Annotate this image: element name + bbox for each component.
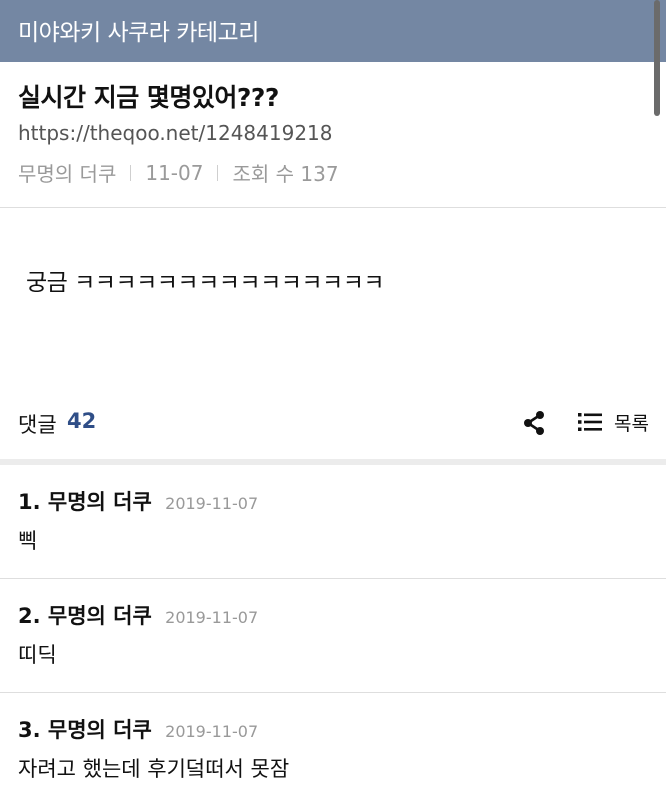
comments-label: 댓글 — [18, 413, 57, 437]
comment-date: 2019-11-07 — [165, 494, 259, 513]
comment-date: 2019-11-07 — [165, 722, 259, 741]
comment-author: 무명의 더쿠 — [47, 604, 152, 628]
comment-item: 3. 무명의 더쿠 2019-11-07 자려고 했는데 후기덬떠서 못잠 — [0, 693, 666, 800]
post-date: 11-07 — [145, 160, 204, 185]
list-icon — [578, 413, 602, 431]
post-author: 무명의 더쿠 — [18, 162, 117, 186]
post-url[interactable]: https://theqoo.net/1248419218 — [18, 121, 333, 145]
scrollbar[interactable] — [654, 0, 660, 116]
comment-text: 자려고 했는데 후기덬떠서 못잠 — [18, 757, 290, 781]
post-meta: 무명의 더쿠 11-07 조회 수 137 — [18, 158, 339, 187]
comment-item: 2. 무명의 더쿠 2019-11-07 띠딕 — [0, 579, 666, 693]
comments-count: 42 — [67, 409, 97, 433]
comment-number: 3. — [18, 718, 41, 742]
comment-author: 무명의 더쿠 — [47, 718, 152, 742]
comment-text: 삑 — [18, 529, 38, 553]
comment-author-line: 1. 무명의 더쿠 2019-11-07 — [18, 486, 258, 516]
comment-item: 1. 무명의 더쿠 2019-11-07 삑 — [0, 465, 666, 579]
comment-author-line: 2. 무명의 더쿠 2019-11-07 — [18, 600, 258, 630]
list-button[interactable]: 목록 — [578, 408, 649, 436]
comment-text: 띠딕 — [18, 643, 57, 667]
post-title: 실시간 지금 몇명있어??? — [18, 83, 279, 112]
category-header[interactable]: 미야와키 사쿠라 카테고리 — [0, 0, 666, 62]
meta-divider — [217, 164, 219, 181]
list-button-label: 목록 — [614, 412, 649, 435]
comment-number: 2. — [18, 604, 41, 628]
post-views: 조회 수 137 — [232, 162, 339, 186]
comment-author-line: 3. 무명의 더쿠 2019-11-07 — [18, 714, 258, 744]
comment-date: 2019-11-07 — [165, 608, 259, 627]
meta-divider — [130, 164, 132, 181]
share-icon — [524, 411, 544, 435]
category-title[interactable]: 미야와키 사쿠라 카테고리 — [18, 13, 259, 47]
header-divider — [0, 207, 666, 208]
comment-number: 1. — [18, 490, 41, 514]
post-content: 궁금 ㅋㅋㅋㅋㅋㅋㅋㅋㅋㅋㅋㅋㅋㅋㅋ — [26, 270, 385, 296]
comment-author: 무명의 더쿠 — [47, 490, 152, 514]
share-button[interactable] — [522, 410, 546, 436]
